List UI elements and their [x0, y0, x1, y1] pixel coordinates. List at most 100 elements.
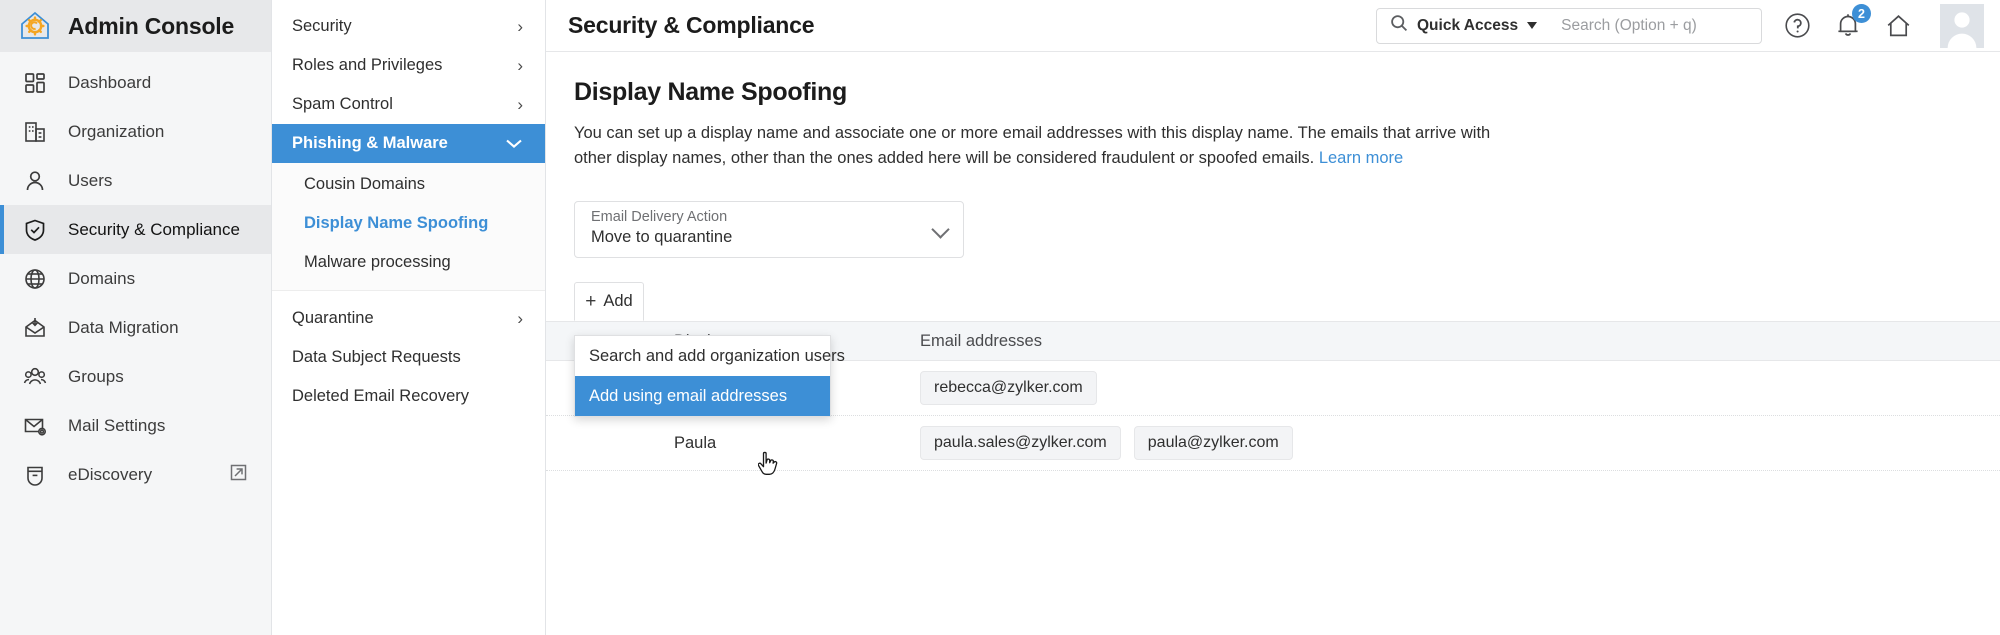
sidebar-item-dashboard[interactable]: Dashboard	[0, 58, 271, 107]
main-region: Security & Compliance Quick Access Searc…	[546, 0, 2000, 635]
description-line-2: names, other than the ones added here wi…	[672, 149, 1315, 167]
page-title: Security & Compliance	[568, 12, 815, 38]
menu-item-label: Add using email addresses	[589, 386, 788, 405]
brand-title: Admin Console	[68, 12, 235, 39]
subnav-item-roles-and-privileges[interactable]: Roles and Privileges ›	[272, 46, 545, 85]
quick-access-dropdown[interactable]: Quick Access	[1377, 9, 1549, 43]
sidebar-item-groups[interactable]: Groups	[0, 352, 271, 401]
sidebar-item-label: Dashboard	[68, 72, 152, 92]
subnav-child-cousin-domains[interactable]: Cousin Domains	[272, 165, 545, 204]
cell-email-addresses: rebecca@zylker.com	[920, 371, 2000, 405]
subnav-child-label: Display Name Spoofing	[304, 214, 489, 232]
ediscovery-icon	[22, 462, 48, 488]
shield-check-icon	[22, 217, 48, 243]
sidebar-item-domains[interactable]: Domains	[0, 254, 271, 303]
notification-badge: 2	[1852, 4, 1871, 23]
sidebar-item-label: Groups	[68, 366, 124, 386]
sidebar-item-label: Mail Settings	[68, 415, 166, 435]
cell-display-name: Paula	[674, 433, 717, 452]
app-root: Admin Console Dashboard Organization Use…	[0, 0, 2000, 635]
chevron-right-icon: ›	[517, 17, 523, 36]
subnav-child-display-name-spoofing[interactable]: Display Name Spoofing	[272, 204, 545, 243]
chevron-right-icon: ›	[517, 95, 523, 114]
subnav-child-malware-processing[interactable]: Malware processing	[272, 243, 545, 282]
email-chip[interactable]: paula.sales@zylker.com	[920, 426, 1121, 460]
search-input[interactable]	[1549, 8, 1774, 43]
sidebar-item-label: Organization	[68, 121, 165, 141]
chevron-down-icon	[505, 135, 523, 152]
email-delivery-action-label: Email Delivery Action	[591, 209, 728, 225]
subnav-item-label: Spam Control	[292, 95, 393, 113]
sidebar-item-mail-settings[interactable]: Mail Settings	[0, 401, 271, 450]
subnav-item-phishing-and-malware[interactable]: Phishing & Malware	[272, 124, 545, 163]
content-area: Display Name Spoofing You can set up a d…	[546, 52, 2000, 475]
primary-sidebar: Admin Console Dashboard Organization Use…	[0, 0, 272, 635]
menu-item-add-using-email-addresses[interactable]: Add using email addresses	[575, 376, 830, 416]
subnav-item-label: Roles and Privileges	[292, 56, 443, 74]
quick-access-label: Quick Access	[1417, 16, 1519, 34]
envelope-gear-icon	[22, 413, 48, 439]
subnav-item-spam-control[interactable]: Spam Control ›	[272, 85, 545, 124]
avatar[interactable]	[1940, 3, 1984, 48]
sidebar-item-label: eDiscovery	[68, 464, 153, 484]
subnav-item-label: Data Subject Requests	[292, 348, 461, 366]
column-header-email-addresses: Email addresses	[920, 331, 1042, 350]
subnav-item-label: Quarantine	[292, 309, 374, 327]
bell-icon[interactable]: 2	[1835, 4, 1871, 39]
menu-item-label: Search and add organization users	[589, 346, 845, 365]
add-button-label: Add	[603, 292, 633, 310]
subnav-item-label: Security	[292, 17, 352, 35]
table-row[interactable]: Paula paula.sales@zylker.com paula@zylke…	[546, 416, 2000, 471]
sidebar-item-users[interactable]: Users	[0, 156, 271, 205]
sidebar-item-label: Data Migration	[68, 317, 179, 337]
add-dropdown-menu: Search and add organization users Add us…	[574, 335, 845, 417]
sidebar-item-label: Users	[68, 170, 113, 190]
envelope-download-icon	[22, 315, 48, 341]
external-link-icon	[230, 464, 247, 486]
sidebar-item-label: Security & Compliance	[68, 219, 240, 239]
sidebar-item-label: Domains	[68, 268, 136, 288]
sidebar-item-organization[interactable]: Organization	[0, 107, 271, 156]
email-chip[interactable]: rebecca@zylker.com	[920, 371, 1097, 405]
sidebar-item-data-migration[interactable]: Data Migration	[0, 303, 271, 352]
email-chip[interactable]: paula@zylker.com	[1133, 426, 1293, 460]
dashboard-icon	[22, 70, 48, 96]
learn-more-link[interactable]: Learn more	[1319, 149, 1403, 167]
subnav-children-group: Cousin Domains Display Name Spoofing Mal…	[272, 163, 545, 291]
menu-item-search-and-add-organization-users[interactable]: Search and add organization users	[575, 336, 845, 376]
chevron-down-icon	[1527, 22, 1538, 29]
content-heading: Display Name Spoofing	[574, 78, 847, 106]
help-circle-icon[interactable]	[1784, 12, 1811, 39]
user-icon	[22, 168, 48, 194]
content-description: You can set up a display name and associ…	[574, 121, 1514, 171]
search-icon	[1390, 14, 1408, 37]
home-gear-logo-icon	[18, 9, 52, 43]
globe-icon	[22, 266, 48, 292]
subnav-item-deleted-email-recovery[interactable]: Deleted Email Recovery	[272, 377, 545, 416]
top-header: Security & Compliance Quick Access Searc…	[546, 0, 2000, 52]
subnav-item-label: Phishing & Malware	[292, 134, 448, 152]
subnav-child-label: Cousin Domains	[304, 175, 426, 193]
sidebar-item-ediscovery[interactable]: eDiscovery	[0, 450, 271, 499]
email-delivery-action-select[interactable]: Email Delivery Action Move to quarantine	[574, 201, 964, 258]
plus-icon: +	[585, 291, 597, 312]
home-icon[interactable]	[1885, 13, 1912, 39]
chevron-right-icon: ›	[517, 309, 523, 328]
subnav-item-quarantine[interactable]: Quarantine ›	[272, 299, 545, 338]
cell-email-addresses: paula.sales@zylker.com paula@zylker.com	[920, 426, 2000, 460]
header-icons: 2	[1784, 3, 1984, 48]
subnav-item-data-subject-requests[interactable]: Data Subject Requests	[272, 338, 545, 377]
brand-header: Admin Console	[0, 0, 271, 52]
email-delivery-action-value: Move to quarantine	[591, 228, 733, 246]
sidebar-nav: Dashboard Organization Users Security & …	[0, 52, 271, 499]
search-bar: Quick Access	[1376, 7, 1774, 44]
subnav-item-label: Deleted Email Recovery	[292, 387, 469, 405]
groups-icon	[22, 364, 48, 390]
add-button[interactable]: + Add	[574, 282, 644, 321]
subnav-item-security[interactable]: Security ›	[272, 7, 545, 46]
chevron-right-icon: ›	[517, 56, 523, 75]
building-icon	[22, 119, 48, 145]
subnav-child-label: Malware processing	[304, 253, 451, 271]
sidebar-item-security-compliance[interactable]: Security & Compliance	[0, 205, 271, 254]
secondary-nav: Security › Roles and Privileges › Spam C…	[272, 0, 546, 635]
